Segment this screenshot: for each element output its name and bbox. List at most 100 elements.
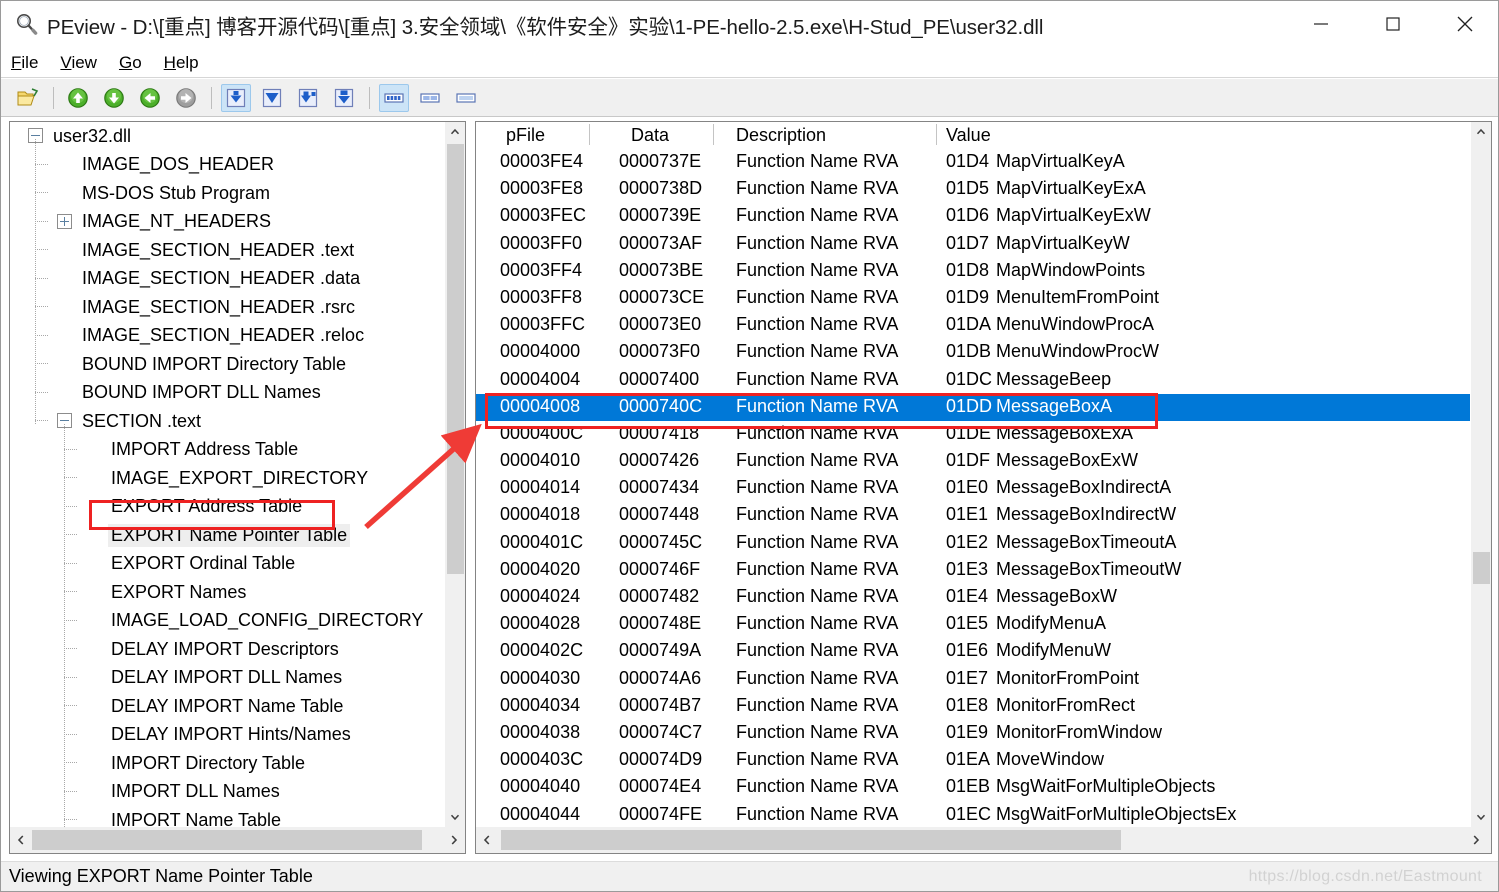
tree-scroll-down-arrow[interactable] <box>445 807 465 827</box>
tree-scrollbar-thumb[interactable] <box>447 144 464 574</box>
tree-item-image-section-header-reloc[interactable]: IMAGE_SECTION_HEADER .reloc <box>10 322 447 351</box>
table-row[interactable]: 0000401C 0000745C Function Name RVA 01E2 Mes… <box>476 530 1476 557</box>
minimize-button[interactable] <box>1290 1 1352 47</box>
tree-item-bound-import-directory-table[interactable]: BOUND IMPORT Directory Table <box>10 350 447 379</box>
table-row[interactable]: 00004008 0000740C Function Name RVA 01DD Mes… <box>476 393 1470 421</box>
tree-item-image-dos-header[interactable]: IMAGE_DOS_HEADER <box>10 151 447 180</box>
menu-help[interactable]: Help <box>164 53 199 73</box>
cell-value: MessageBoxA <box>996 395 1113 416</box>
table-row[interactable]: 00004024 00007482 Function Name RVA 01E4 Mes… <box>476 584 1476 611</box>
tree-item-ms-dos-stub-program[interactable]: MS-DOS Stub Program <box>10 179 447 208</box>
tree-scroll-left-arrow[interactable] <box>10 827 32 853</box>
columns-2-icon[interactable] <box>415 84 445 112</box>
column-header-pfile[interactable]: pFile <box>506 124 545 146</box>
table-row[interactable]: 00004018 00007448 Function Name RVA 01E1 Mes… <box>476 502 1476 529</box>
list-scroll-right-arrow[interactable] <box>1465 827 1487 853</box>
close-button[interactable] <box>1434 1 1496 47</box>
tree-item-delay-import-descriptors[interactable]: DELAY IMPORT Descriptors <box>10 635 447 664</box>
table-row[interactable]: 00004044 000074FE Function Name RVA 01EC Msg… <box>476 802 1476 828</box>
table-row[interactable]: 00004040 000074E4 Function Name RVA 01EB Msg… <box>476 774 1476 801</box>
table-row[interactable]: 00003FF4 000073BE Function Name RVA 01D8 Map… <box>476 258 1476 285</box>
list-scrollbar-thumb[interactable] <box>1473 552 1490 584</box>
open-file-icon[interactable] <box>13 84 43 112</box>
tree-hscrollbar-thumb[interactable] <box>32 830 422 850</box>
list-hscrollbar-thumb[interactable] <box>501 830 1121 850</box>
column-divider-1[interactable] <box>589 124 590 145</box>
table-row[interactable]: 00003FF0 000073AF Function Name RVA 01D7 Map… <box>476 231 1476 258</box>
table-row[interactable]: 00003FEC 0000739E Function Name RVA 01D6 Map… <box>476 203 1476 230</box>
table-row[interactable]: 0000402C 0000749A Function Name RVA 01E6 Mod… <box>476 638 1476 665</box>
view-text-icon[interactable] <box>257 84 287 112</box>
list-scroll-down-arrow[interactable] <box>1471 807 1491 827</box>
tree-item-image-section-header-text[interactable]: IMAGE_SECTION_HEADER .text <box>10 236 447 265</box>
list-vertical-scrollbar[interactable] <box>1471 122 1491 827</box>
tree-scroll-area[interactable]: user32.dll IMAGE_DOS_HEADER MS-DOS Stub Pr… <box>10 122 447 827</box>
column-header-data[interactable]: Data <box>631 124 669 146</box>
cell-data: 0000749A <box>619 640 702 661</box>
list-rows[interactable]: 00003FE4 0000737E Function Name RVA 01D4 Map… <box>476 149 1476 827</box>
tree-item-import-directory-table[interactable]: IMPORT Directory Table <box>10 749 447 778</box>
cell-pfile: 00004014 <box>500 477 581 498</box>
nav-back-icon[interactable] <box>135 84 165 112</box>
tree-item-delay-import-name-table[interactable]: DELAY IMPORT Name Table <box>10 692 447 721</box>
list-horizontal-scrollbar[interactable] <box>476 827 1491 853</box>
menu-file[interactable]: File <box>11 53 38 73</box>
table-row[interactable]: 00004038 000074C7 Function Name RVA 01E9 Mon… <box>476 720 1476 747</box>
column-header-description[interactable]: Description <box>736 124 826 146</box>
table-row[interactable]: 00003FE8 0000738D Function Name RVA 01D5 Map… <box>476 176 1476 203</box>
table-row[interactable]: 00004034 000074B7 Function Name RVA 01E8 Mon… <box>476 693 1476 720</box>
list-scroll-up-arrow[interactable] <box>1471 122 1491 142</box>
tree-expand-icon[interactable] <box>57 213 72 229</box>
table-row[interactable]: 00003FE4 0000737E Function Name RVA 01D4 Map… <box>476 149 1476 176</box>
tree-item-label: EXPORT Names <box>111 581 247 602</box>
tree-item-image-section-header-rsrc[interactable]: IMAGE_SECTION_HEADER .rsrc <box>10 293 447 322</box>
maximize-button[interactable] <box>1362 1 1424 47</box>
nav-forward-icon[interactable] <box>171 84 201 112</box>
table-row[interactable]: 00004004 00007400 Function Name RVA 01DC Mes… <box>476 367 1476 394</box>
nav-down-icon[interactable] <box>99 84 129 112</box>
table-row[interactable]: 00004020 0000746F Function Name RVA 01E3 Mes… <box>476 557 1476 584</box>
cell-description: Function Name RVA <box>736 558 899 579</box>
tree-item-image-export-directory[interactable]: IMAGE_EXPORT_DIRECTORY <box>10 464 447 493</box>
tree-item-image-section-header-data[interactable]: IMAGE_SECTION_HEADER .data <box>10 265 447 294</box>
list-scroll-left-arrow[interactable] <box>476 827 498 853</box>
tree-item-user32-dll[interactable]: user32.dll <box>10 122 447 151</box>
cell-value: MessageBoxExA <box>996 422 1134 443</box>
cell-value: MonitorFromRect <box>996 694 1136 715</box>
menu-go[interactable]: Go <box>119 53 142 73</box>
tree-scroll-up-arrow[interactable] <box>445 122 465 142</box>
table-row[interactable]: 00004000 000073F0 Function Name RVA 01DB Men… <box>476 339 1476 366</box>
cell-description: Function Name RVA <box>736 151 899 171</box>
tree-horizontal-scrollbar[interactable] <box>10 827 465 853</box>
peview-window: PEview - D:\[重点] 博客开源代码\[重点] 3.安全领域\《软件安… <box>0 0 1499 892</box>
menu-view[interactable]: View <box>60 53 97 73</box>
table-row[interactable]: 00004030 000074A6 Function Name RVA 01E7 Mon… <box>476 666 1476 693</box>
tree-item-export-name-pointer-table[interactable]: EXPORT Name Pointer Table <box>10 521 447 550</box>
column-divider-2[interactable] <box>713 124 714 145</box>
columns-4-icon[interactable] <box>379 83 409 112</box>
column-divider-3[interactable] <box>936 124 937 145</box>
tree-vertical-scrollbar[interactable] <box>445 122 465 827</box>
table-row[interactable]: 00004010 00007426 Function Name RVA 01DF Mes… <box>476 448 1476 475</box>
tree-item-image-nt-headers[interactable]: IMAGE_NT_HEADERS <box>10 208 447 237</box>
table-row[interactable]: 0000403C 000074D9 Function Name RVA 01EA Mov… <box>476 747 1476 774</box>
table-row[interactable]: 00004014 00007434 Function Name RVA 01E0 Mes… <box>476 475 1476 502</box>
column-header-value[interactable]: Value <box>946 124 991 146</box>
columns-1-icon[interactable] <box>451 84 481 112</box>
tree-item-section-text[interactable]: SECTION .text <box>10 407 447 436</box>
menu-bar: File View Go Help <box>1 48 1498 78</box>
table-row[interactable]: 00003FFC 000073E0 Function Name RVA 01DA Men… <box>476 312 1476 339</box>
tree-item-import-name-table[interactable]: IMPORT Name Table <box>10 806 447 827</box>
tree-item-label: IMPORT Name Table <box>111 809 282 827</box>
table-row[interactable]: 00003FF8 000073CE Function Name RVA 01D9 Men… <box>476 285 1476 312</box>
nav-up-icon[interactable] <box>63 84 93 112</box>
view-collapse-icon[interactable] <box>329 84 359 112</box>
table-row[interactable]: 0000400C 00007418 Function Name RVA 01DE Mes… <box>476 421 1476 448</box>
view-hex-icon[interactable] <box>221 83 251 112</box>
cell-value: MessageBoxIndirectA <box>996 477 1172 498</box>
view-expand-icon[interactable] <box>293 84 323 112</box>
tree-scroll-right-arrow[interactable] <box>443 827 465 853</box>
table-row[interactable]: 00004028 0000748E Function Name RVA 01E5 Mod… <box>476 611 1476 638</box>
tree-item-export-names[interactable]: EXPORT Names <box>10 578 447 607</box>
tree-item-bound-import-dll-names[interactable]: BOUND IMPORT DLL Names <box>10 379 447 408</box>
